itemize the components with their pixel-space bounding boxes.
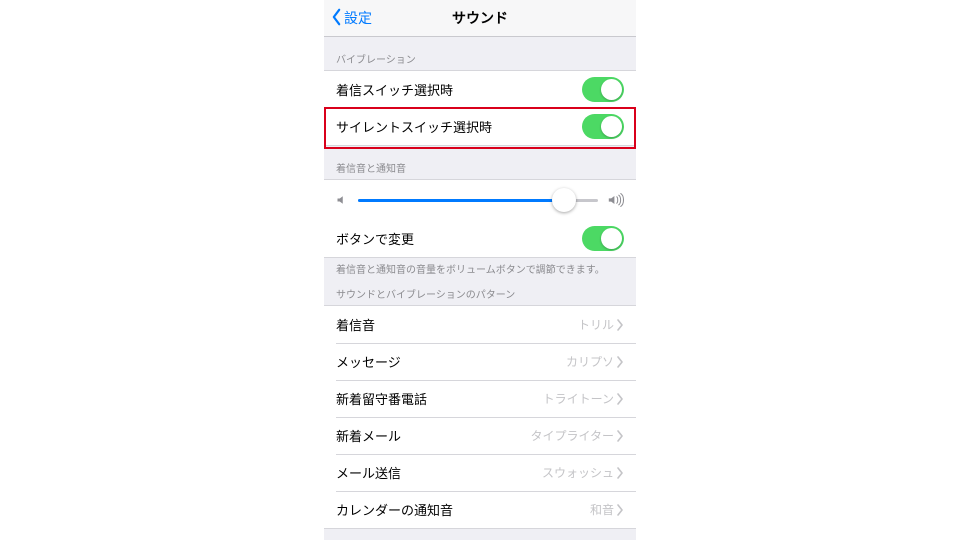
list-item[interactable]: 新着留守番電話トライトーン [324, 380, 636, 417]
section-header-ringtones: 着信音と通知音 [324, 146, 636, 179]
volume-slider-row [324, 180, 636, 220]
back-label: 設定 [344, 8, 372, 28]
row-value: カリプソ [566, 353, 614, 370]
list-item[interactable]: カレンダーの通知音和音 [324, 491, 636, 528]
patterns-group: 着信音トリルメッセージカリプソ新着留守番電話トライトーン新着メールタイプライター… [324, 305, 636, 529]
toggle-silent[interactable] [582, 114, 624, 139]
toggle-button-change[interactable] [582, 226, 624, 251]
stage: 設定 サウンド バイブレーション 着信スイッチ選択時 サイレントスイッチ選択時 … [0, 0, 960, 540]
row-label: サイレントスイッチ選択時 [336, 117, 582, 136]
chevron-right-icon [616, 356, 624, 368]
speaker-min-icon [336, 194, 348, 206]
section-footer-button-change: 着信音と通知音の音量をボリュームボタンで調節できます。 [324, 258, 636, 280]
phone-screen: 設定 サウンド バイブレーション 着信スイッチ選択時 サイレントスイッチ選択時 … [324, 0, 636, 540]
row-label: メッセージ [336, 352, 566, 371]
row-value: トライトーン [543, 390, 614, 407]
chevron-right-icon [616, 319, 624, 331]
row-label: 新着留守番電話 [336, 389, 543, 408]
row-value: タイプライター [530, 427, 614, 444]
chevron-right-icon [616, 393, 624, 405]
chevron-right-icon [616, 504, 624, 516]
navbar: 設定 サウンド [324, 0, 636, 37]
speaker-max-icon [608, 193, 624, 207]
row-label: 着信音 [336, 315, 578, 334]
row-label: メール送信 [336, 463, 542, 482]
row-label: カレンダーの通知音 [336, 500, 590, 519]
page-title: サウンド [452, 8, 508, 28]
row-label: ボタンで変更 [336, 229, 582, 248]
chevron-left-icon [330, 8, 344, 29]
row-ringer-switch[interactable]: 着信スイッチ選択時 [324, 71, 636, 108]
row-value: スウォッシュ [542, 464, 614, 481]
vibration-group: 着信スイッチ選択時 サイレントスイッチ選択時 [324, 70, 636, 146]
row-label: 着信スイッチ選択時 [336, 80, 582, 99]
chevron-right-icon [616, 430, 624, 442]
back-button[interactable]: 設定 [330, 0, 372, 36]
row-value: トリル [578, 316, 614, 333]
list-item[interactable]: メッセージカリプソ [324, 343, 636, 380]
toggle-ringer[interactable] [582, 77, 624, 102]
slider-thumb[interactable] [552, 188, 576, 212]
row-label: 新着メール [336, 426, 530, 445]
row-button-change[interactable]: ボタンで変更 [324, 220, 636, 257]
list-item[interactable]: 新着メールタイプライター [324, 417, 636, 454]
section-header-vibration: バイブレーション [324, 37, 636, 70]
volume-slider[interactable] [358, 199, 598, 202]
ringtones-group: ボタンで変更 [324, 179, 636, 258]
chevron-right-icon [616, 467, 624, 479]
list-item[interactable]: 着信音トリル [324, 306, 636, 343]
section-header-patterns: サウンドとバイブレーションのパターン [324, 280, 636, 305]
row-value: 和音 [590, 501, 614, 518]
list-item[interactable]: メール送信スウォッシュ [324, 454, 636, 491]
row-silent-switch[interactable]: サイレントスイッチ選択時 [324, 108, 636, 145]
